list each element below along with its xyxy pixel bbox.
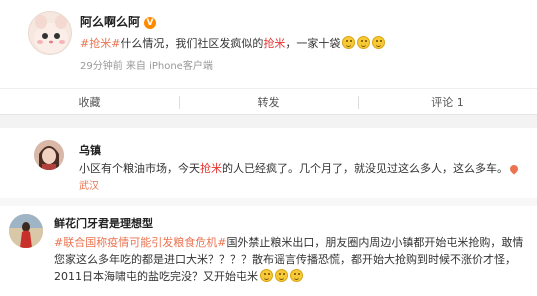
emoji-smile-icon <box>357 36 371 49</box>
topic-link[interactable]: #抢米# <box>80 37 120 50</box>
location-pin-icon <box>508 163 520 175</box>
avatar[interactable] <box>9 214 43 248</box>
emoji-smile-icon <box>372 36 386 49</box>
post-text: #联合国称疫情可能引发粮食危机#国外禁止粮米出口，朋友圈内周边小镇都开始屯米抢购… <box>54 236 524 283</box>
topic-link[interactable]: #联合国称疫情可能引发粮食危机# <box>54 236 226 249</box>
collect-button[interactable]: 收藏 <box>0 89 179 116</box>
username[interactable]: 乌镇 <box>79 142 101 158</box>
emoji-smile-icon <box>342 36 356 49</box>
username[interactable]: 鲜花门牙君是理想型 <box>54 215 153 231</box>
avatar[interactable] <box>34 140 64 170</box>
emoji-smile-icon <box>290 269 303 282</box>
emoji-smile-icon <box>260 269 273 282</box>
avatar[interactable] <box>28 11 72 55</box>
post-meta: 29分钟前 来自 iPhone客户端 <box>80 61 213 72</box>
weibo-post: 乌镇 小区有个粮油市场，今天抢米的人已经疯了。几个月了，就没见过这么多人，这么多… <box>0 128 537 198</box>
post-text: #抢米#什么情况，我们社区发疯似的抢米，一家十袋 <box>80 36 386 51</box>
action-bar: 收藏 转发 评论 1 <box>0 88 537 115</box>
highlight-keyword: 抢米 <box>263 37 286 50</box>
weibo-post: 鲜花门牙君是理想型 #联合国称疫情可能引发粮食危机#国外禁止粮米出口，朋友圈内周… <box>0 206 537 296</box>
weibo-screenshot: 阿么啊么阿 V #抢米#什么情况，我们社区发疯似的抢米，一家十袋 29分钟前 来自… <box>0 0 537 296</box>
repost-button[interactable]: 转发 <box>179 89 358 116</box>
post-text: 小区有个粮油市场，今天抢米的人已经疯了。几个月了，就没见过这么多人，这么多车。武… <box>79 161 529 195</box>
vip-badge-icon: V <box>144 16 157 29</box>
comment-button[interactable]: 评论 1 <box>358 89 537 116</box>
weibo-post: 阿么啊么阿 V #抢米#什么情况，我们社区发疯似的抢米，一家十袋 29分钟前 来自… <box>0 0 537 88</box>
emoji-smile-icon <box>275 269 288 282</box>
highlight-keyword: 抢米 <box>200 162 222 175</box>
username[interactable]: 阿么啊么阿 V <box>80 13 157 30</box>
divider <box>0 115 537 128</box>
divider <box>0 198 537 206</box>
